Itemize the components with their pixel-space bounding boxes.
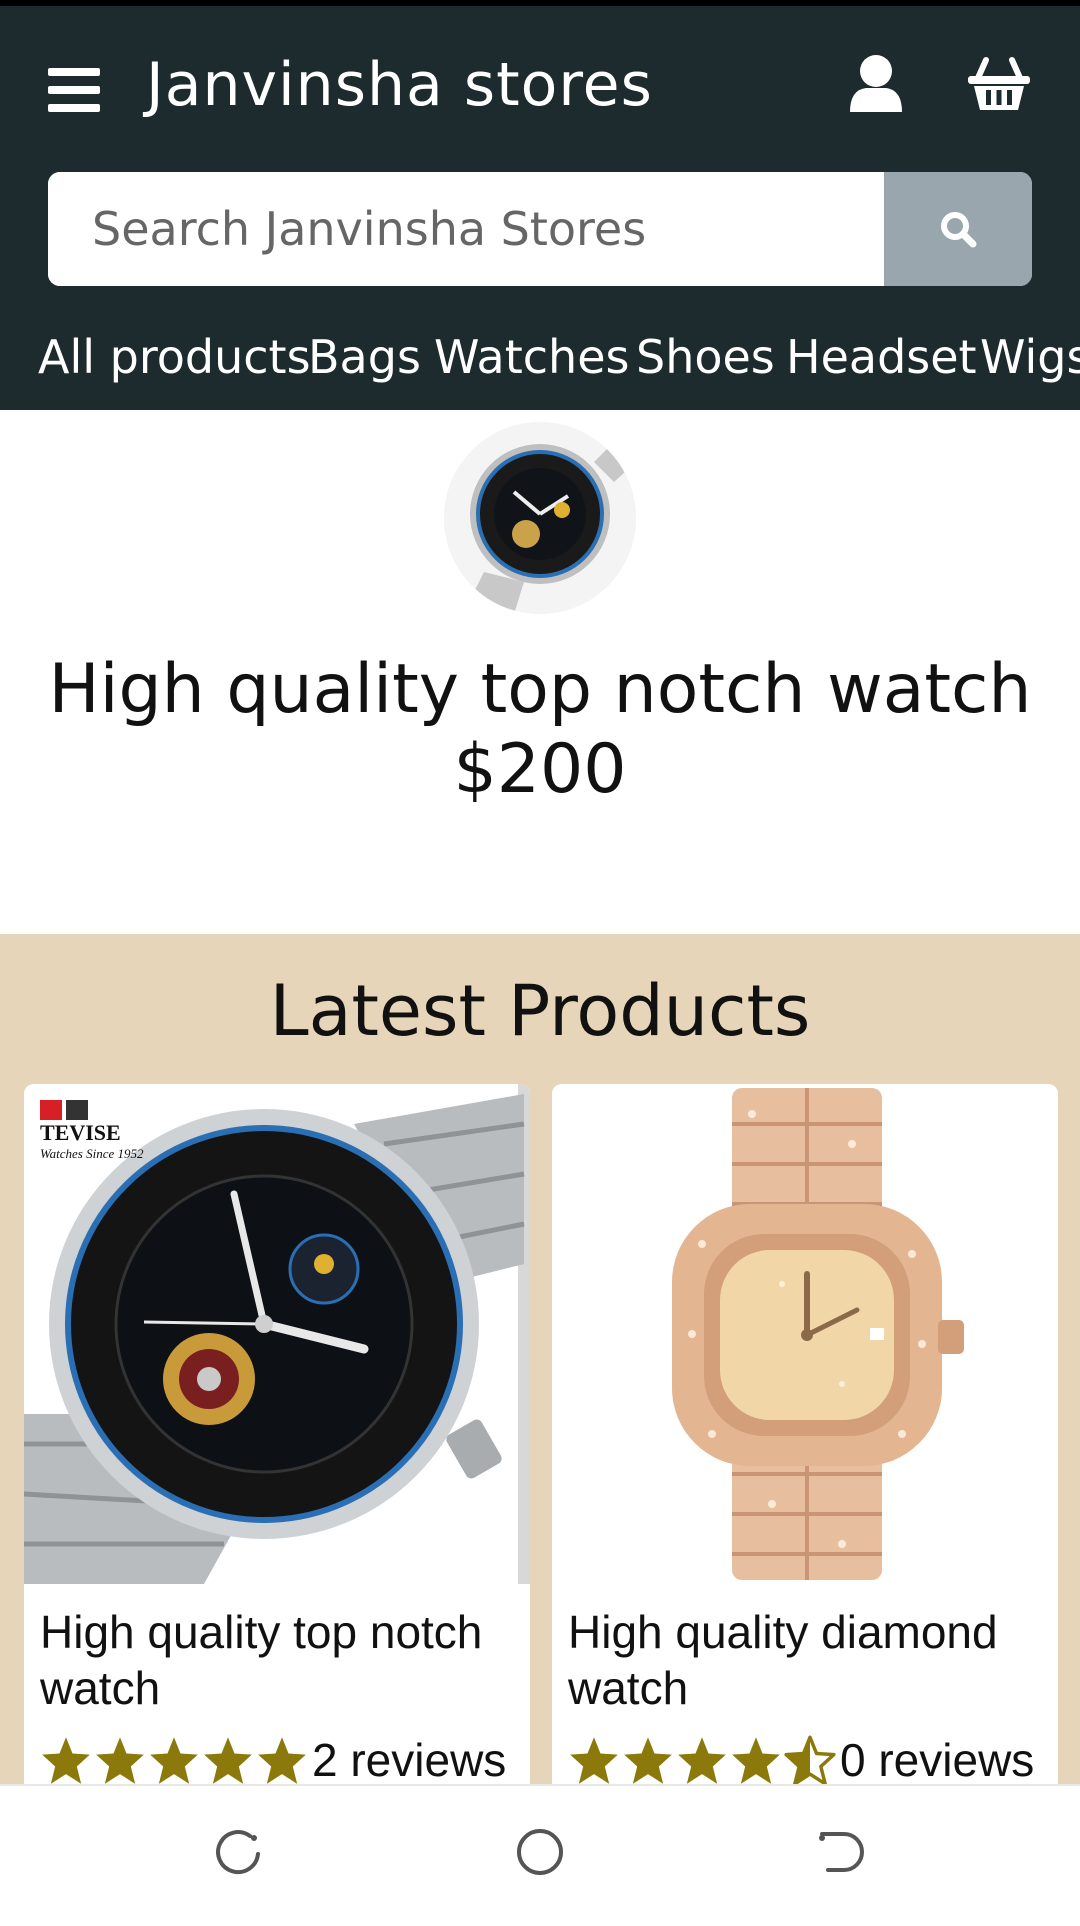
product-image: TEVISE Watches Since 1952 (24, 1084, 530, 1584)
basket-icon[interactable] (966, 56, 1032, 112)
product-title[interactable]: High quality diamond watch (568, 1604, 1048, 1716)
tab-headset[interactable]: Headset (786, 330, 977, 384)
tab-all-products[interactable]: All products (38, 330, 311, 384)
app-header: Janvinsha stores All products Bags Watch… (0, 0, 1080, 416)
back-icon[interactable] (810, 1822, 870, 1882)
latest-products-section: Latest Products TEVISE Watches Since 195… (0, 934, 1080, 1784)
product-title[interactable]: High quality top notch watch (40, 1604, 520, 1716)
star-icon (624, 1737, 672, 1784)
brand-tagline: Watches Since 1952 (40, 1146, 144, 1161)
tab-wigs[interactable]: Wigs (980, 330, 1080, 384)
review-count: 0 reviews (840, 1734, 1035, 1784)
search-input[interactable] (48, 172, 884, 286)
search-icon (941, 212, 977, 248)
review-count: 2 reviews (312, 1734, 507, 1784)
section-heading: Latest Products (269, 970, 811, 1052)
star-icon (150, 1737, 198, 1784)
tab-bags[interactable]: Bags (308, 330, 421, 384)
star-icon (204, 1737, 252, 1784)
store-brand[interactable]: Janvinsha stores (146, 50, 653, 120)
star-icon (42, 1737, 90, 1784)
brand-mark: TEVISE (40, 1120, 121, 1145)
diamond-watch-image (552, 1084, 1058, 1584)
star-icon (570, 1737, 618, 1784)
product-rating: 2 reviews (40, 1730, 506, 1784)
menu-icon[interactable] (48, 68, 100, 112)
user-icon[interactable] (848, 54, 904, 114)
tab-shoes[interactable]: Shoes (636, 330, 775, 384)
recents-icon[interactable] (210, 1822, 270, 1882)
product-image (552, 1084, 1058, 1584)
system-navigation-bar (0, 1784, 1080, 1926)
featured-product-image[interactable] (444, 422, 636, 614)
product-rating: 0 reviews (568, 1730, 1034, 1784)
home-icon[interactable] (510, 1822, 570, 1882)
search-button[interactable] (884, 172, 1032, 286)
star-icon (96, 1737, 144, 1784)
star-icon (732, 1737, 780, 1784)
product-card[interactable]: TEVISE Watches Since 1952 High quality t… (24, 1084, 530, 1784)
featured-product: High quality top notch watch $200 (0, 410, 1080, 934)
featured-product-title[interactable]: High quality top notch watch (0, 650, 1080, 729)
featured-product-price: $200 (453, 730, 627, 809)
search-bar (48, 172, 1032, 286)
category-tabs: All products Bags Watches Shoes Headset … (0, 316, 1080, 416)
star-icon (678, 1737, 726, 1784)
star-icon (258, 1737, 306, 1784)
tab-watches[interactable]: Watches (434, 330, 629, 384)
star-half-icon (784, 1735, 836, 1784)
tevise-watch-image: TEVISE Watches Since 1952 (24, 1084, 530, 1584)
watch-image (444, 422, 636, 614)
product-card[interactable]: High quality diamond watch 0 reviews (552, 1084, 1058, 1784)
